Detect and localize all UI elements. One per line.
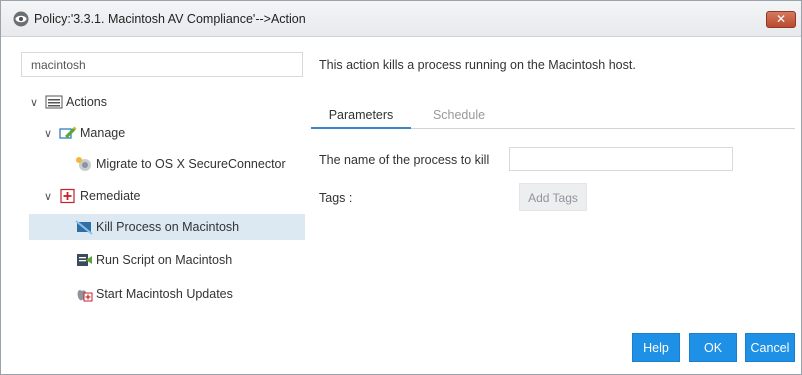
remediate-plus-icon xyxy=(59,188,77,204)
process-name-label: The name of the process to kill xyxy=(319,153,490,167)
tags-label: Tags : xyxy=(319,191,353,205)
tree-item-label: Run Script on Macintosh xyxy=(96,253,233,267)
tree-node-label: Manage xyxy=(80,126,126,140)
manage-icon xyxy=(59,125,77,141)
process-name-input[interactable] xyxy=(509,147,733,171)
search-input[interactable] xyxy=(21,52,303,77)
title-bar[interactable]: Policy:'3.3.1. Macintosh AV Compliance'-… xyxy=(1,1,801,37)
chevron-down-icon[interactable]: ∨ xyxy=(27,96,41,109)
add-tags-button[interactable]: Add Tags xyxy=(519,183,587,211)
tab-bar: Parameters Schedule xyxy=(311,103,795,129)
tree-item-label: Start Macintosh Updates xyxy=(96,287,233,301)
help-button[interactable]: Help xyxy=(632,333,680,362)
tab-parameters[interactable]: Parameters xyxy=(311,103,411,129)
chevron-down-icon[interactable]: ∨ xyxy=(41,127,55,140)
kill-process-icon xyxy=(75,219,93,235)
chevron-down-icon[interactable]: ∨ xyxy=(41,190,55,203)
tab-schedule[interactable]: Schedule xyxy=(424,103,494,129)
tree-node-label: Remediate xyxy=(80,189,141,203)
tree-node-remediate[interactable]: ∨ Remediate xyxy=(41,183,140,209)
eye-icon xyxy=(13,11,29,27)
window-title: Policy:'3.3.1. Macintosh AV Compliance'-… xyxy=(34,12,306,26)
run-script-icon xyxy=(75,252,93,268)
tree-node-manage[interactable]: ∨ Manage xyxy=(41,120,125,146)
tree-item-updates[interactable]: Start Macintosh Updates xyxy=(75,281,233,307)
ok-button[interactable]: OK xyxy=(689,333,737,362)
close-button[interactable]: ✕ xyxy=(766,11,796,28)
left-panel xyxy=(9,37,305,317)
tree-item-kill-process[interactable]: Kill Process on Macintosh xyxy=(29,214,305,240)
action-dialog: Policy:'3.3.1. Macintosh AV Compliance'-… xyxy=(0,0,802,375)
tree-node-actions[interactable]: ∨ Actions xyxy=(27,89,107,115)
list-icon xyxy=(45,94,63,110)
tree-item-run-script[interactable]: Run Script on Macintosh xyxy=(75,247,232,273)
cancel-button[interactable]: Cancel xyxy=(745,333,795,362)
tree-item-label: Migrate to OS X SecureConnector xyxy=(96,157,286,171)
action-description: This action kills a process running on t… xyxy=(319,58,636,72)
tree-item-migrate[interactable]: Migrate to OS X SecureConnector xyxy=(75,151,286,177)
tree-item-label: Kill Process on Macintosh xyxy=(96,220,240,234)
tree-node-label: Actions xyxy=(66,95,107,109)
migrate-icon xyxy=(75,156,93,172)
updates-icon xyxy=(75,286,93,302)
